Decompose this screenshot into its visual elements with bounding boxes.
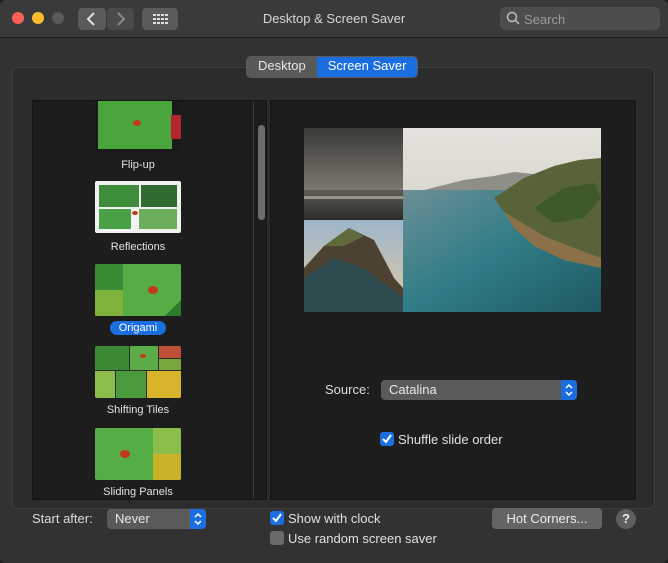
search-input[interactable]: [522, 9, 656, 29]
list-item-label: Reflections: [110, 241, 166, 253]
source-select[interactable]: Catalina: [381, 380, 577, 400]
up-down-chevron-icon: [561, 380, 577, 400]
random-screensaver-checkbox[interactable]: [270, 531, 284, 545]
segmented-tabs: Desktop Screen Saver: [246, 56, 419, 78]
start-after-select[interactable]: Never: [107, 509, 206, 529]
screensaver-list[interactable]: Flip-up Reflections Origami Shifting Til…: [32, 100, 267, 500]
list-divider: [253, 101, 254, 499]
list-item-label: Flip-up: [121, 159, 155, 171]
checkmark-icon: [272, 513, 282, 523]
list-item-label: Shifting Tiles: [106, 404, 170, 416]
preferences-window: Desktop & Screen Saver Desktop Screen Sa…: [0, 0, 668, 563]
tab-desktop[interactable]: Desktop: [247, 57, 317, 77]
show-clock-label: Show with clock: [288, 511, 381, 526]
start-after-label: Start after:: [32, 511, 93, 526]
checkmark-icon: [382, 434, 392, 444]
sliding-panels-thumbnail: [95, 428, 181, 480]
shifting-tiles-thumbnail: [95, 346, 181, 398]
flip-up-thumbnail: [95, 101, 181, 153]
show-clock-checkbox[interactable]: [270, 511, 284, 525]
shuffle-label: Shuffle slide order: [398, 432, 503, 447]
list-item-label: Sliding Panels: [103, 486, 173, 498]
shuffle-checkbox[interactable]: [380, 432, 394, 446]
search-icon: [506, 11, 520, 25]
source-value: Catalina: [389, 382, 437, 397]
tab-screen-saver[interactable]: Screen Saver: [316, 57, 418, 77]
random-screensaver-label: Use random screen saver: [288, 531, 437, 546]
reflections-thumbnail: [95, 181, 181, 233]
screensaver-preview: [304, 128, 601, 312]
help-button[interactable]: ?: [616, 509, 636, 529]
start-after-value: Never: [115, 511, 150, 526]
list-item-label: Origami: [33, 321, 243, 335]
source-label: Source:: [325, 382, 370, 397]
up-down-chevron-icon: [190, 509, 206, 529]
title-bar: Desktop & Screen Saver: [0, 0, 668, 38]
origami-thumbnail: [95, 264, 181, 316]
hot-corners-button[interactable]: Hot Corners...: [492, 508, 602, 529]
list-scrollbar[interactable]: [258, 125, 265, 220]
search-field[interactable]: [500, 7, 660, 30]
